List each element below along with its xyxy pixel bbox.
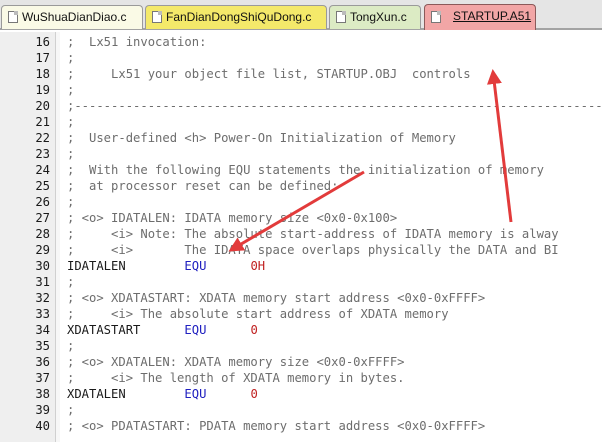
comment-text: ; <box>67 339 75 353</box>
comment-text: ;---------------------------------------… <box>67 99 602 113</box>
line-number: 33 <box>35 307 50 321</box>
comment-text: ; <i> Note: The absolute start-address o… <box>67 227 559 241</box>
line-number: 25 <box>35 179 50 193</box>
c-file-icon <box>8 11 18 23</box>
comment-text: ; <box>67 51 75 65</box>
code-line[interactable]: 21; <box>0 114 602 130</box>
code-line[interactable]: 32 ; <o> XDATASTART: XDATA memory start a… <box>0 290 602 306</box>
line-number: 29 <box>35 243 50 257</box>
code-line[interactable]: 31; <box>0 274 602 290</box>
line-number: 37 <box>35 371 50 385</box>
tab-label: TongXun.c <box>350 10 407 24</box>
line-number: 26 <box>35 195 50 209</box>
tab-fandiandongshiqudong-c[interactable]: FanDianDongShiQuDong.c <box>145 5 327 29</box>
numeric-value: 0 <box>250 323 258 337</box>
comment-text: ; With the following EQU statements the … <box>67 163 544 177</box>
code-line[interactable]: 37 ; <i> The length of XDATA memory in by… <box>0 370 602 386</box>
comment-text: ; <i> The length of XDATA memory in byte… <box>67 371 405 385</box>
asm-file-icon <box>431 11 441 23</box>
code-line[interactable]: 20 ;-------------------------------------… <box>0 98 602 114</box>
comment-text: ; <i> The IDATA space overlaps physicall… <box>67 243 559 257</box>
c-file-icon <box>336 11 346 23</box>
line-number: 27 <box>35 211 50 225</box>
line-number: 24 <box>35 163 50 177</box>
code-line[interactable]: 18 ; Lx51 your object file list, STARTUP.… <box>0 66 602 82</box>
comment-text: ; at processor reset can be defined: <box>67 179 339 193</box>
comment-text: ; <box>67 115 75 129</box>
equ-keyword: EQU <box>184 323 207 337</box>
symbol-name: IDATALEN <box>67 259 126 273</box>
line-number: 32 <box>35 291 50 305</box>
comment-text: ; <box>67 195 75 209</box>
line-number: 39 <box>35 403 50 417</box>
comment-text: ; <box>67 275 75 289</box>
code-line[interactable]: 29 ; <i> The IDATA space overlaps physica… <box>0 242 602 258</box>
comment-text: ; Lx51 invocation: <box>67 35 207 49</box>
line-number: 23 <box>35 147 50 161</box>
code-line[interactable]: 26; <box>0 194 602 210</box>
comment-text: ; <i> The absolute start address of XDAT… <box>67 307 449 321</box>
code-editor[interactable]: 16; Lx51 invocation: 17; 18; Lx51 your obj… <box>0 32 602 442</box>
tab-tongxun-c[interactable]: TongXun.c <box>329 5 421 29</box>
comment-text: ; <box>67 147 75 161</box>
code-line[interactable]: 39; <box>0 402 602 418</box>
line-number: 38 <box>35 387 50 401</box>
code-line[interactable]: 33 ; <i> The absolute start address of XD… <box>0 306 602 322</box>
equ-directive: XDATASTART EQU 0 <box>67 322 258 338</box>
numeric-value: 0 <box>250 387 258 401</box>
code-line[interactable]: 34 XDATASTART EQU 0 <box>0 322 602 338</box>
line-number: 17 <box>35 51 50 65</box>
tab-label: FanDianDongShiQuDong.c <box>166 10 312 24</box>
line-number: 30 <box>35 259 50 273</box>
code-line[interactable]: 38 XDATALEN EQU 0 <box>0 386 602 402</box>
code-line[interactable]: 36 ; <o> XDATALEN: XDATA memory size <0x0… <box>0 354 602 370</box>
code-line[interactable]: 25 ; at processor reset can be defined: <box>0 178 602 194</box>
tab-label: STARTUP.A51 <box>453 9 532 23</box>
comment-text: ; <o> IDATALEN: IDATA memory size <0x0-0… <box>67 211 398 225</box>
comment-text: ; <box>67 403 75 417</box>
line-number: 20 <box>35 99 50 113</box>
c-file-icon <box>152 11 162 23</box>
tab-wushuadiandiao-c[interactable]: WuShuaDianDiao.c <box>1 5 143 29</box>
line-number: 36 <box>35 355 50 369</box>
symbol-name: XDATASTART <box>67 323 141 337</box>
code-line[interactable]: 35; <box>0 338 602 354</box>
code-line[interactable]: 22 ; User-defined <h> Power-On Initializa… <box>0 130 602 146</box>
comment-text: ; <o> PDATASTART: PDATA memory start add… <box>67 419 486 433</box>
comment-text: ; <o> XDATALEN: XDATA memory size <0x0-0… <box>67 355 405 369</box>
editor-tab-bar: WuShuaDianDiao.c FanDianDongShiQuDong.c … <box>0 0 602 30</box>
code-line[interactable]: 19; <box>0 82 602 98</box>
equ-keyword: EQU <box>184 259 207 273</box>
code-line[interactable]: 17; <box>0 50 602 66</box>
equ-directive: XDATALEN EQU 0 <box>67 386 258 402</box>
line-number: 18 <box>35 67 50 81</box>
line-number: 40 <box>35 419 50 433</box>
tab-startup-a51[interactable]: STARTUP.A51 <box>424 4 536 30</box>
code-line[interactable]: 23; <box>0 146 602 162</box>
comment-text: ; <box>67 83 75 97</box>
equ-keyword: EQU <box>184 387 207 401</box>
symbol-name: XDATALEN <box>67 387 126 401</box>
comment-text: ; Lx51 your object file list, STARTUP.OB… <box>67 67 471 81</box>
line-number: 35 <box>35 339 50 353</box>
line-number: 22 <box>35 131 50 145</box>
comment-text: ; <o> XDATASTART: XDATA memory start add… <box>67 291 486 305</box>
code-line[interactable]: 24 ; With the following EQU statements th… <box>0 162 602 178</box>
line-number: 19 <box>35 83 50 97</box>
code-line[interactable]: 40 ; <o> PDATASTART: PDATA memory start a… <box>0 418 602 434</box>
line-number: 34 <box>35 323 50 337</box>
code-line[interactable]: 16 ; Lx51 invocation: <box>0 34 602 50</box>
tab-label: WuShuaDianDiao.c <box>22 10 127 24</box>
line-number: 21 <box>35 115 50 129</box>
code-line[interactable]: 27 ; <o> IDATALEN: IDATA memory size <0x0… <box>0 210 602 226</box>
equ-directive: IDATALEN EQU 0H <box>67 258 265 274</box>
code-line[interactable]: 28 ; <i> Note: The absolute start-address… <box>0 226 602 242</box>
line-number: 16 <box>35 35 50 49</box>
numeric-value: 0H <box>250 259 266 273</box>
line-number: 28 <box>35 227 50 241</box>
code-line[interactable]: 30 IDATALEN EQU 0H <box>0 258 602 274</box>
comment-text: ; User-defined <h> Power-On Initializati… <box>67 131 456 145</box>
line-number: 31 <box>35 275 50 289</box>
